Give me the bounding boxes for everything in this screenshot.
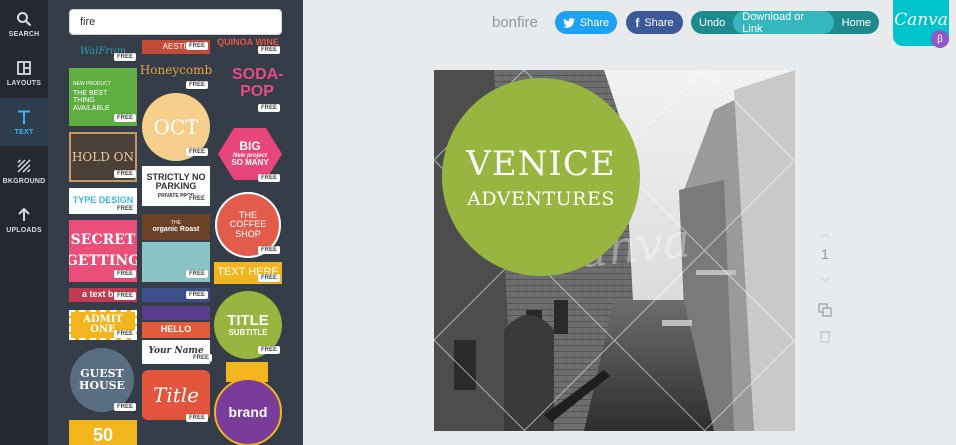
background-icon xyxy=(17,158,31,173)
free-badge: FREE xyxy=(186,195,209,203)
tile-text: SO MANY xyxy=(231,158,269,168)
text-template-tile[interactable]: brand xyxy=(214,378,282,445)
free-badge: FREE xyxy=(114,403,137,411)
sidebar-item-label: BKGROUND xyxy=(2,177,46,185)
text-library-panel: WalFrum FREE NEW PRODUCT THE BEST THING … xyxy=(48,0,303,445)
free-badge: FREE xyxy=(114,170,137,178)
free-badge: FREE xyxy=(258,246,281,254)
free-badge: FREE xyxy=(258,274,281,282)
undo-button[interactable]: Undo xyxy=(691,11,733,34)
title-circle[interactable]: VENICE ADVENTURES xyxy=(442,78,640,276)
free-badge: FREE xyxy=(186,291,209,299)
tile-text: THE BEST THING AVAILABLE xyxy=(73,90,110,112)
text-template-tile[interactable]: 50 xyxy=(69,420,137,445)
facebook-share-label: Share xyxy=(644,16,674,29)
free-badge: FREE xyxy=(114,53,137,61)
tile-text: brand xyxy=(228,403,268,420)
free-badge: FREE xyxy=(114,205,137,213)
twitter-bird-icon xyxy=(562,17,575,28)
sidebar-item-label: UPLOADS xyxy=(6,226,42,234)
sidebar-item-search[interactable]: SEARCH xyxy=(0,0,48,48)
free-badge: FREE xyxy=(186,270,209,278)
twitter-share-button[interactable]: Share xyxy=(555,11,617,34)
headline-text[interactable]: VENICE xyxy=(466,144,615,184)
tile-text: BIG xyxy=(239,139,261,154)
free-badge: FREE xyxy=(190,354,213,362)
tile-text: NEW PRODUCT xyxy=(73,80,111,87)
free-badge: FREE xyxy=(258,46,281,54)
text-template-tile[interactable]: THE organic Roast xyxy=(142,214,210,240)
action-button-group: Undo Download or Link Home xyxy=(691,11,879,35)
text-icon xyxy=(18,110,30,124)
sidebar-item-label: SEARCH xyxy=(8,30,40,38)
chevron-up-icon[interactable]: ︿ xyxy=(820,225,830,240)
free-badge: FREE xyxy=(114,330,137,338)
copy-page-icon[interactable] xyxy=(818,303,832,317)
tile-text: Title xyxy=(152,382,199,407)
tile-text: TITLE xyxy=(227,311,269,329)
text-template-tile[interactable]: Title xyxy=(142,370,210,420)
left-rail: SEARCH LAYOUTS TEXT BKGROUND UPLOADS xyxy=(0,0,48,445)
text-template-tile[interactable] xyxy=(142,306,210,320)
layouts-icon xyxy=(17,60,31,75)
free-badge: FREE xyxy=(258,346,281,354)
tile-text: SODA-POP xyxy=(232,66,284,100)
page-tools: ︿ 1 ﹀ xyxy=(815,225,835,343)
document-title[interactable]: bonfire xyxy=(492,14,538,31)
tile-text: Honeycomb xyxy=(140,62,212,77)
tile-text: THE COFFEE SHOP xyxy=(229,209,267,239)
free-badge: FREE xyxy=(114,270,137,278)
tile-text: GETTING xyxy=(69,253,137,269)
tile-text: SUBTITLE xyxy=(228,327,268,337)
tile-text: STRICTLY NO PARKING xyxy=(146,171,206,192)
upload-icon xyxy=(18,207,30,221)
tile-text: SECRET xyxy=(70,232,136,249)
twitter-share-label: Share xyxy=(579,16,610,29)
tile-text: OCT xyxy=(153,114,199,139)
sidebar-item-background[interactable]: BKGROUND xyxy=(0,147,48,195)
free-badge: FREE xyxy=(258,174,281,182)
chevron-down-icon[interactable]: ﹀ xyxy=(820,274,830,289)
beta-badge: β xyxy=(931,30,949,48)
search-input[interactable] xyxy=(69,9,282,35)
sidebar-item-uploads[interactable]: UPLOADS xyxy=(0,196,48,244)
tile-text: 50 xyxy=(92,424,114,445)
free-badge: FREE xyxy=(186,414,209,422)
free-badge: FREE xyxy=(186,81,209,89)
subheadline-text[interactable]: ADVENTURES xyxy=(467,188,615,210)
facebook-share-button[interactable]: f Share xyxy=(626,11,683,34)
free-badge: FREE xyxy=(114,292,137,300)
text-template-tile[interactable]: HELLO xyxy=(142,322,210,338)
tile-text: organic Roast xyxy=(152,225,200,233)
trash-icon[interactable] xyxy=(819,329,831,343)
tile-text: GUEST HOUSE xyxy=(79,367,125,392)
facebook-f-icon: f xyxy=(635,15,640,30)
text-template-tile[interactable]: BIG New project SO MANY xyxy=(218,128,282,180)
home-button[interactable]: Home xyxy=(834,11,879,34)
text-template-tile[interactable]: SODA-POP xyxy=(228,64,286,104)
search-icon xyxy=(17,11,32,26)
free-badge: FREE xyxy=(258,104,281,112)
page-number: 1 xyxy=(821,246,829,262)
free-badge: FREE xyxy=(186,148,209,156)
tile-text: HELLO xyxy=(160,324,192,335)
sidebar-item-text[interactable]: TEXT xyxy=(0,98,48,146)
download-or-link-button[interactable]: Download or Link xyxy=(733,11,834,35)
sidebar-item-label: TEXT xyxy=(14,128,34,136)
canva-editor: SEARCH LAYOUTS TEXT BKGROUND UPLOADS Wal… xyxy=(0,0,956,445)
sidebar-item-label: LAYOUTS xyxy=(6,79,42,87)
tile-text: HOLD ON xyxy=(71,149,135,164)
free-badge: FREE xyxy=(114,114,137,122)
design-canvas[interactable]: canva VENICE ADVENTURES xyxy=(434,70,795,431)
sidebar-item-layouts[interactable]: LAYOUTS xyxy=(0,49,48,97)
text-template-tile[interactable]: Honeycomb xyxy=(140,60,212,80)
free-badge: FREE xyxy=(186,42,209,50)
